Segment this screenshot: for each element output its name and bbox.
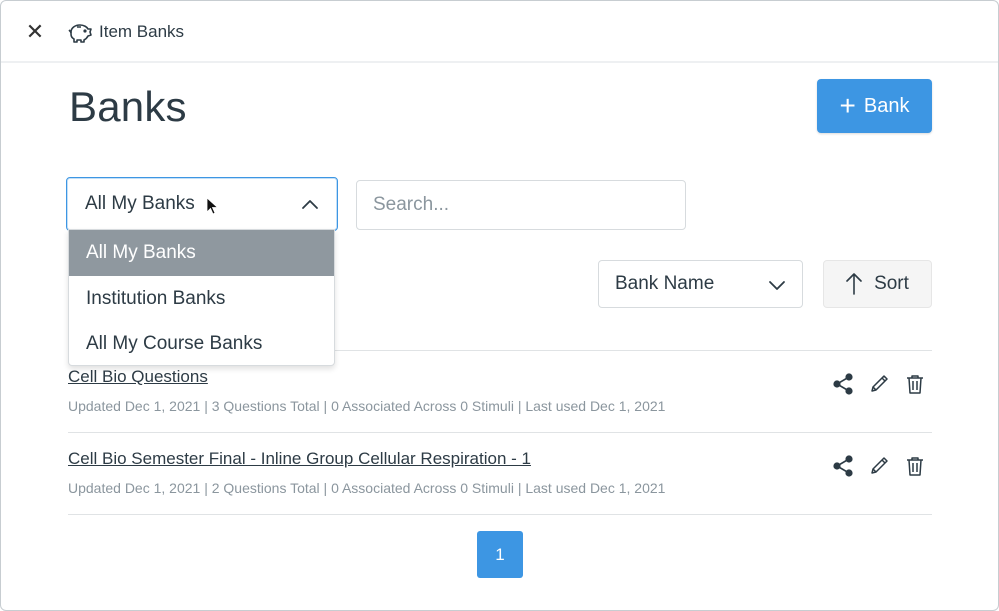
bank-row-actions [832, 373, 926, 395]
sort-field-select[interactable]: Bank Name [598, 260, 803, 308]
sort-field-value: Bank Name [615, 273, 715, 294]
bank-filter-value: All My Banks [85, 193, 195, 214]
divider [68, 514, 932, 515]
share-icon[interactable] [832, 373, 854, 395]
pagination-page-button[interactable]: 1 [477, 531, 523, 578]
bank-filter-dropdown: All My Banks Institution Banks All My Co… [68, 229, 335, 366]
page-title: Banks [69, 83, 187, 130]
arrow-up-icon [846, 273, 862, 295]
share-icon[interactable] [832, 455, 854, 477]
mouse-cursor-icon [206, 197, 218, 215]
add-bank-button[interactable]: + Bank [817, 79, 932, 133]
bank-row: Cell Bio Questions Updated Dec 1, 2021 |… [68, 367, 932, 447]
filter-option-institution-banks[interactable]: Institution Banks [69, 276, 334, 321]
close-button[interactable]: ✕ [25, 21, 45, 43]
bank-row: Cell Bio Semester Final - Inline Group C… [68, 449, 932, 529]
trash-icon[interactable] [904, 455, 926, 477]
filter-option-all-my-course-banks[interactable]: All My Course Banks [69, 321, 334, 366]
chevron-up-icon [302, 200, 318, 209]
edit-pencil-icon[interactable] [868, 455, 890, 477]
bank-name-link[interactable]: Cell Bio Semester Final - Inline Group C… [68, 449, 531, 469]
trash-icon[interactable] [904, 373, 926, 395]
sort-button[interactable]: Sort [823, 260, 932, 308]
bank-filter-select[interactable]: All My Banks [66, 177, 338, 231]
plus-icon: + [839, 90, 856, 121]
divider [68, 432, 932, 433]
chevron-down-icon [769, 281, 785, 290]
bank-name-link[interactable]: Cell Bio Questions [68, 367, 208, 387]
add-bank-label: Bank [863, 94, 910, 117]
bank-meta: Updated Dec 1, 2021 | 3 Questions Total … [68, 398, 666, 414]
filter-option-all-my-banks[interactable]: All My Banks [69, 230, 334, 276]
app-window: ✕ Item Banks Banks + Bank All My Banks A… [0, 0, 999, 611]
search-input[interactable] [356, 180, 686, 230]
piggy-bank-icon [68, 24, 92, 43]
bank-row-actions [832, 455, 926, 477]
sort-button-label: Sort [874, 273, 909, 294]
app-title: Item Banks [99, 22, 185, 41]
title-bar: ✕ Item Banks [1, 1, 998, 63]
edit-pencil-icon[interactable] [868, 373, 890, 395]
bank-meta: Updated Dec 1, 2021 | 2 Questions Total … [68, 480, 666, 496]
